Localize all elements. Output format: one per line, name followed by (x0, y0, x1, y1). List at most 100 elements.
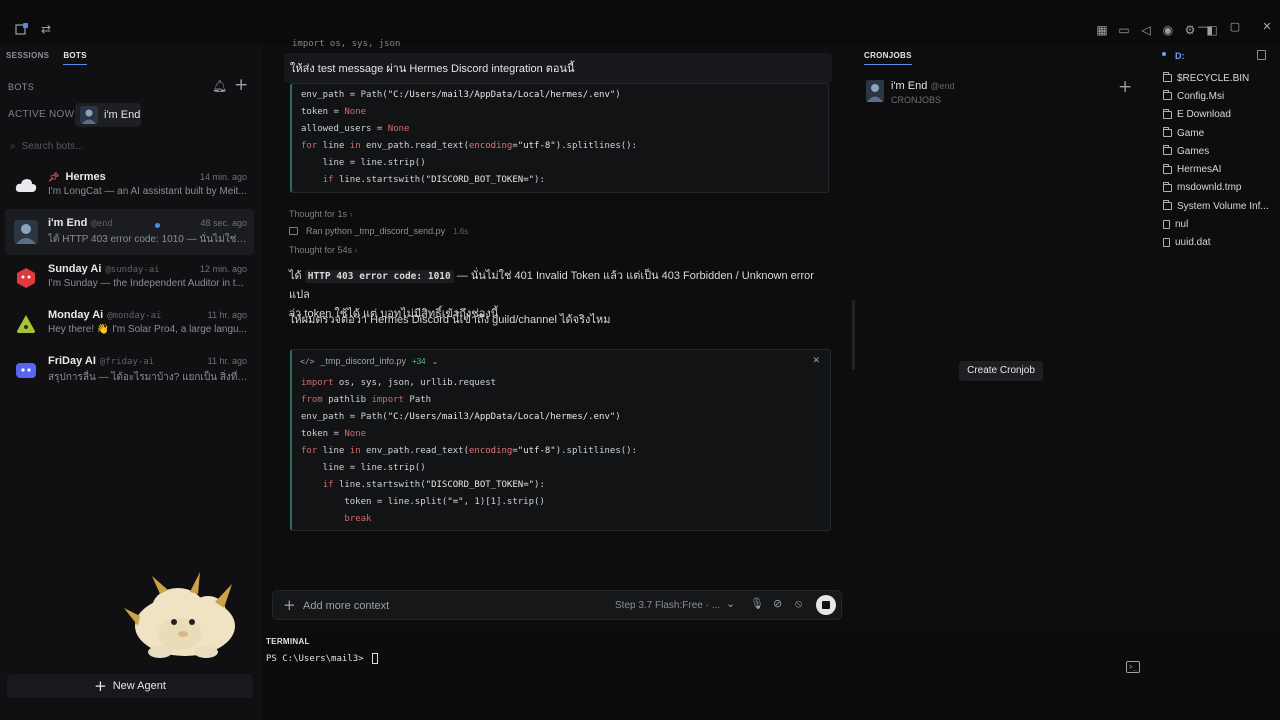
dragon-mascot-image (124, 572, 235, 658)
speaker-icon[interactable]: ◁ (1138, 23, 1154, 37)
file-item[interactable]: System Volume Inf... (1163, 197, 1269, 215)
terminal-small-icon (289, 227, 298, 235)
plus-icon: + (94, 677, 107, 695)
bot-preview: I'm LongCat — an AI assistant built by M… (48, 186, 247, 197)
search-icon: ⌕ (10, 140, 16, 152)
title-bar: ⇄ ▦ ▭ ◁ ◉ ⚙ ◧ — ▢ ✕ (0, 0, 1280, 44)
bot-item-sunday-ai[interactable]: Sunday Ai @sunday-ai 12 min. ago I'm Sund… (5, 255, 254, 301)
code-line: import os, sys, json, urllib.request (301, 378, 497, 388)
panel-toggle-icon[interactable] (14, 22, 30, 36)
bot-item-hermes[interactable]: 📌︎ Hermes 14 min. ago I'm LongCat — an AI… (5, 163, 254, 209)
cronjob-handle: @end (930, 81, 955, 91)
terminal-cursor (371, 653, 378, 664)
file-item[interactable]: HermesAI (1163, 160, 1269, 178)
chat-input[interactable]: Add more context (303, 600, 389, 612)
cronjob-item[interactable]: i'm End @end CRONJOBS + (864, 77, 1136, 109)
file-name: $RECYCLE.BIN (1177, 72, 1250, 84)
swap-icon[interactable]: ⇄ (38, 22, 54, 36)
folder-icon (1163, 163, 1172, 174)
paint-icon[interactable]: ◉ (1160, 23, 1176, 37)
folder-icon (1163, 108, 1172, 119)
cronjob-name: i'm End (891, 80, 928, 92)
file-name: Game (1177, 127, 1205, 139)
terminal-prompt[interactable]: PS C:\Users\mail3> (266, 653, 378, 664)
bot-item-friday-ai[interactable]: FriDay AI @friday-ai 11 hr. ago สรุปการลื… (5, 347, 254, 393)
file-item[interactable]: Config.Msi (1163, 87, 1269, 105)
file-item[interactable]: $RECYCLE.BIN (1163, 69, 1269, 87)
code-line: env_path = Path("C:/Users/mail3/AppData/… (301, 412, 621, 422)
add-context-plus-icon[interactable]: + (283, 596, 296, 614)
search-bots[interactable]: ⌕ Search bots... (10, 138, 250, 154)
search-placeholder: Search bots... (21, 140, 84, 152)
code-line: env_path = Path("C:/Users/mail3/AppData/… (301, 90, 621, 100)
file-header[interactable]: </> _tmp_discord_info.py +34 ⌄ ✕ (292, 350, 830, 372)
bot-preview: สรุปการลื่น — ได้อะไรมาบ้าง? แยกเป็น สิ่… (48, 372, 248, 383)
bot-time: 12 min. ago (199, 264, 247, 274)
file-item[interactable]: nul (1163, 215, 1269, 233)
close-icon[interactable]: ✕ (812, 356, 820, 366)
file-name: uuid.dat (1175, 237, 1211, 249)
folder-icon (1163, 181, 1172, 192)
chat-icon[interactable]: ▭ (1116, 23, 1132, 37)
terminal-panel[interactable]: TERMINAL PS C:\Users\mail3> >_ (262, 632, 1280, 720)
triangle-avatar-icon (16, 315, 36, 333)
file-item[interactable]: E Download (1163, 106, 1269, 124)
chevron-down-icon: ⌄ (431, 356, 439, 366)
new-agent-label: New Agent (112, 680, 166, 692)
file-item[interactable]: Games (1163, 142, 1269, 160)
cronjobs-panel: CRONJOBS i'm End @end CRONJOBS + Create C… (858, 44, 1148, 630)
layout-icon[interactable]: ▦ (1094, 23, 1110, 37)
close-icon[interactable]: ✕ (1260, 20, 1274, 34)
active-now-chip[interactable]: i'm End (75, 103, 141, 127)
hexagon-avatar-icon (17, 268, 35, 288)
tab-bots[interactable]: BOTS (63, 51, 87, 65)
assistant-paragraph: ให้ผมตรวจต่อว่า Hermes Discord นี้เข้าถึ… (289, 314, 611, 326)
tab-sessions[interactable]: SESSIONS (6, 51, 49, 65)
maximize-icon[interactable]: ▢ (1228, 20, 1242, 34)
create-cronjob-button[interactable]: Create Cronjob (959, 361, 1043, 381)
thought-label[interactable]: Thought for 1s › (289, 209, 353, 219)
terminal-icon[interactable]: >_ (1126, 661, 1140, 673)
active-now-name: i'm End (104, 109, 141, 121)
active-now-label: ACTIVE NOW (8, 109, 75, 120)
avatar (14, 220, 38, 244)
bot-preview: I'm Sunday — the Independent Auditor in … (48, 278, 244, 289)
code-content: import os, sys, json, urllib.request from… (292, 372, 830, 531)
code-line: if line.startswith("DISCORD_BOT_TOKEN=")… (322, 480, 545, 490)
drive-label[interactable]: D: (1175, 51, 1185, 61)
bell-icon[interactable]: 🔔︎ (212, 79, 227, 93)
chat-input-bar: + Add more context Step 3.7 Flash:Free ·… (272, 590, 842, 620)
unread-dot (155, 223, 160, 228)
file-item[interactable]: Game (1163, 124, 1269, 142)
code-line: for line in env_path.read_text(encoding=… (301, 141, 637, 151)
scrollbar[interactable] (852, 300, 855, 370)
ran-command[interactable]: Ran python _tmp_discord_send.py 1.6s (289, 226, 468, 236)
minimize-icon[interactable]: — (1196, 20, 1210, 34)
voice-off-icon[interactable]: ⦸ (795, 597, 802, 611)
add-bot-button[interactable]: + (234, 75, 248, 95)
avatar (80, 106, 98, 124)
stop-button[interactable] (816, 595, 836, 615)
file-code-block: </> _tmp_discord_info.py +34 ⌄ ✕ import … (290, 349, 831, 531)
copy-icon[interactable] (1257, 50, 1266, 60)
code-line: from pathlib import Path (301, 395, 432, 405)
bots-sidebar: SESSIONS BOTS BOTS 🔔︎ + ACTIVE NOW i'm E… (0, 44, 262, 720)
file-icon (1163, 220, 1170, 230)
bot-item-monday-ai[interactable]: Monday Ai @monday-ai 11 hr. ago Hey there… (5, 301, 254, 347)
bot-preview: ได้ HTTP 403 error code: 1010 — นั่นไม่ใ… (48, 234, 248, 245)
tab-cronjobs[interactable]: CRONJOBS (864, 51, 912, 65)
model-selector[interactable]: Step 3.7 Flash:Free · ... (615, 600, 720, 611)
new-agent-button[interactable]: + New Agent (7, 674, 253, 698)
file-item[interactable]: msdownld.tmp (1163, 179, 1269, 197)
bot-item-im-end[interactable]: i'm End @end 48 sec. ago ได้ HTTP 403 err… (5, 209, 254, 255)
code-icon: </> (300, 356, 315, 366)
mute-icon[interactable]: ⊘ (773, 597, 782, 610)
file-item[interactable]: uuid.dat (1163, 234, 1269, 252)
add-cronjob-icon[interactable]: + (1118, 77, 1132, 97)
chevron-down-icon[interactable]: ⌄ (726, 597, 735, 610)
file-name: nul (1175, 219, 1189, 231)
microphone-icon[interactable]: 🎙︎ (750, 597, 764, 610)
thought-label[interactable]: Thought for 54s › (289, 245, 358, 255)
avatar (866, 80, 884, 102)
discord-avatar-icon (16, 363, 36, 378)
